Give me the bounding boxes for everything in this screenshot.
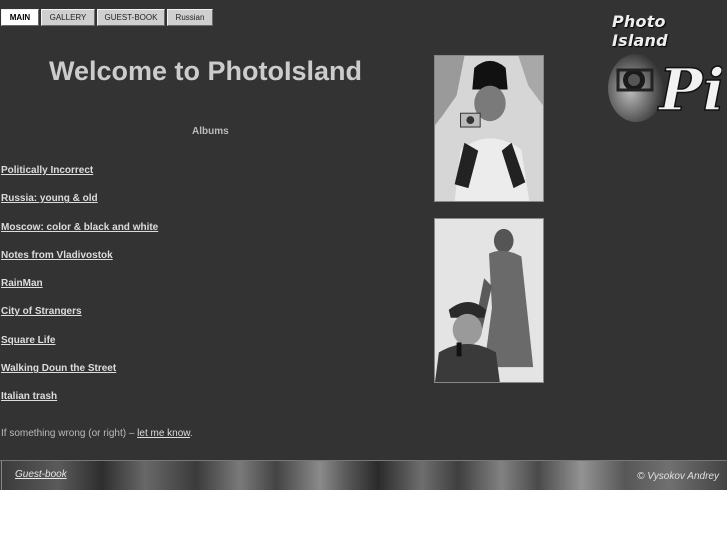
list-item: Notes from Vladivostok: [1, 245, 158, 273]
list-item: City of Strangers: [1, 301, 158, 329]
album-link[interactable]: Notes from Vladivostok: [1, 250, 113, 261]
nav-russian-button[interactable]: Russian: [167, 9, 213, 26]
nav-gallery-button[interactable]: GALLERY: [41, 9, 95, 26]
album-link[interactable]: RainMan: [1, 278, 43, 289]
list-item: RainMan: [1, 273, 158, 301]
album-link[interactable]: Italian trash: [1, 391, 57, 402]
statue-photo[interactable]: [434, 218, 544, 383]
photographer-photo[interactable]: [434, 55, 544, 202]
album-link[interactable]: Politically Incorrect: [1, 165, 93, 176]
feedback-link[interactable]: let me know: [137, 428, 190, 439]
feedback-suffix: .: [189, 428, 193, 439]
nav-main-button[interactable]: MAIN: [1, 9, 39, 26]
list-item: Walking Doun the Street: [1, 358, 158, 386]
footer-inner: Guest-book © Vysokov Andrey: [1, 461, 727, 490]
list-item: Russia: young & old: [1, 188, 158, 216]
footer-bar: Guest-book © Vysokov Andrey: [0, 460, 727, 490]
list-item: Italian trash: [1, 386, 158, 414]
page-title: Welcome to PhotoIsland: [49, 56, 363, 86]
album-link[interactable]: Moscow: color & black and white: [1, 222, 158, 233]
album-list: Politically Incorrect Russia: young & ol…: [1, 160, 158, 415]
album-link[interactable]: City of Strangers: [1, 306, 82, 317]
nav-guestbook-button[interactable]: GUEST-BOOK: [97, 9, 165, 26]
page: MAIN GALLERY GUEST-BOOK Russian Photo Is…: [0, 0, 727, 490]
album-link[interactable]: Square Life: [1, 335, 55, 346]
footer-guestbook-link[interactable]: Guest-book: [15, 469, 67, 480]
list-item: Politically Incorrect: [1, 160, 158, 188]
list-item: Square Life: [1, 330, 158, 358]
top-nav: MAIN GALLERY GUEST-BOOK Russian: [1, 9, 215, 26]
albums-heading: Albums: [192, 126, 229, 137]
feedback-line: If something wrong (or right) – let me k…: [1, 428, 193, 439]
feedback-prefix: If something wrong (or right) –: [1, 428, 138, 439]
list-item: Moscow: color & black and white: [1, 217, 158, 245]
album-link[interactable]: Walking Doun the Street: [1, 363, 116, 374]
copyright-text: © Vysokov Andrey: [637, 471, 719, 482]
album-link[interactable]: Russia: young & old: [1, 193, 98, 204]
logo-monogram: Pi: [657, 56, 722, 124]
site-logo[interactable]: Pi: [604, 10, 722, 128]
